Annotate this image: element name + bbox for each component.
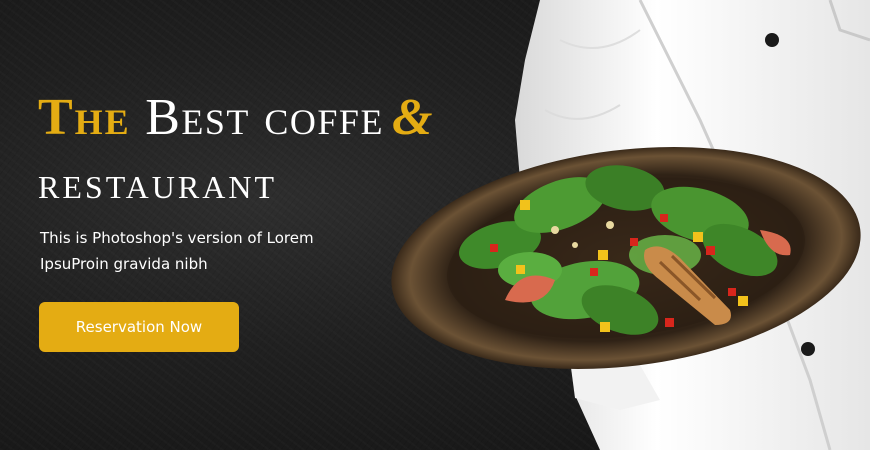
hero-subtitle: This is Photoshop's version of Lorem Ips… xyxy=(40,229,314,273)
coat-button xyxy=(801,342,815,356)
coat-button xyxy=(765,33,779,47)
hero-title-accent: The xyxy=(38,89,131,146)
hero-title-line1: The Best coffe & xyxy=(38,92,434,144)
reservation-button[interactable]: Reservation Now xyxy=(39,302,239,352)
hero-title-rest: Best coffe xyxy=(130,89,384,146)
hero-banner: The Best coffe & restaurant This is Photo… xyxy=(0,0,870,450)
ampersand-glyph: & xyxy=(391,89,434,146)
hero-title: The Best coffe & restaurant xyxy=(38,92,434,206)
hero-title-line2: restaurant xyxy=(38,157,277,208)
